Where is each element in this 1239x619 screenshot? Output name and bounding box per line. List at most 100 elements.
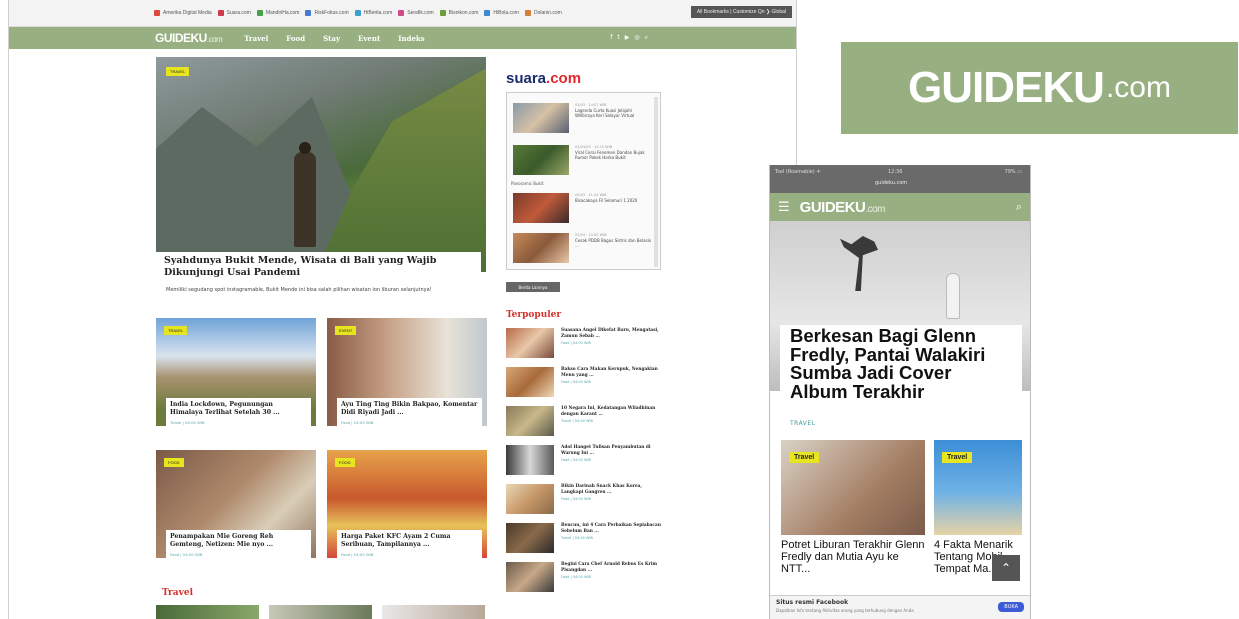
bookmark-item[interactable]: Serafik.com	[398, 10, 434, 16]
mobile-card-image[interactable]: Travel	[781, 440, 925, 535]
suara-caption: Panoramic Bukit	[511, 181, 544, 186]
url-bar[interactable]: guideku.com	[875, 180, 907, 186]
card-meta: Travel | 04:00 WIB	[170, 420, 205, 426]
bookmark-item[interactable]: Bisnikon.com	[439, 10, 479, 16]
suara-item[interactable]: 05/03 · 11:24 WIB Bisacakaya Fil Selamuri…	[513, 193, 653, 223]
facebook-icon[interactable]: f	[610, 34, 612, 42]
travel-thumb[interactable]	[269, 605, 372, 619]
card-title[interactable]: India Lockdown, Pegunungan Himalaya Terl…	[170, 401, 307, 417]
suara-thumb	[513, 145, 569, 175]
popular-thumb	[506, 367, 554, 397]
mobile-card-image[interactable]: Travel	[934, 440, 1022, 535]
hamburger-menu-icon[interactable]: ☰	[778, 200, 790, 215]
bookmark-item[interactable]: Suara.com	[217, 10, 251, 16]
popular-meta: Travel | 04:00 WIB	[561, 419, 593, 424]
mobile-card-title[interactable]: Potret Liburan Terakhir Glenn Fredly dan…	[781, 539, 927, 575]
open-app-button[interactable]: BUKA	[998, 602, 1024, 612]
mobile-screenshot: Tsel (Roamable) ✈ 12:36 79% ▭ guideku.co…	[769, 165, 1031, 619]
card-title[interactable]: Harga Paket KFC Ayam 2 Cuma Seribuan, Ta…	[341, 533, 478, 549]
popular-thumb	[506, 406, 554, 436]
category-badge[interactable]: EVENT	[335, 326, 357, 335]
bookmark-label: Bisnikon.com	[448, 10, 479, 16]
suara-item[interactable]: 05/03 · 10:00 WIB Cesak PDDB Bagus Sistri…	[513, 233, 653, 263]
bookmark-item[interactable]: RiskFokus.com	[305, 10, 349, 16]
hero-description: Memiliki segudang spot instagramable, Bu…	[166, 287, 432, 293]
popular-item[interactable]: Suasana Angel Dikefat Baru, Mengatasi, Z…	[506, 328, 661, 358]
instagram-icon[interactable]: ◎	[634, 34, 639, 42]
mobile-hero-title-box: Berkesan Bagi Glenn Fredly, Pantai Walak…	[780, 325, 1022, 403]
nav-food[interactable]: Food	[286, 34, 305, 43]
suara-thumb	[513, 103, 569, 133]
mountain-shape	[316, 57, 486, 272]
suara-logo-dot: .com	[546, 70, 582, 87]
hero-title[interactable]: Syahdunya Bukit Mende, Wisata di Bali ya…	[164, 255, 473, 279]
popular-item[interactable]: Bikin Darinah Snack Khas Korea, Langkapi…	[506, 484, 661, 514]
bookmark-favicon-icon	[256, 10, 263, 16]
brand-logo-com: .com	[1105, 71, 1171, 104]
fb-banner-title: Situs resmi Facebook	[776, 599, 849, 606]
youtube-icon[interactable]: ▶	[625, 34, 630, 42]
popular-item[interactable]: Adol Hanget Tulisan Penyambutan di Warun…	[506, 445, 661, 475]
hero-title-box: Syahdunya Bukit Mende, Wisata di Bali ya…	[156, 252, 481, 281]
card-text-box: Penampakan Mie Goreng Reh Gemteng, Netiz…	[166, 530, 311, 561]
site-logo[interactable]: GUIDEKU.com	[155, 31, 223, 45]
popular-thumb	[506, 328, 554, 358]
bookmark-item[interactable]: Dolanin.com	[524, 10, 562, 16]
category-badge[interactable]: Travel	[789, 452, 820, 463]
logo-name: GUIDEKU	[155, 31, 207, 45]
travel-thumb[interactable]	[382, 605, 485, 619]
bookmark-favicon-icon	[154, 10, 160, 16]
popular-item[interactable]: Begini Cara Chef Arnold Rebus Es Krim Pi…	[506, 562, 661, 592]
travel-thumb[interactable]	[156, 605, 259, 619]
bookmark-label: Amerika Digital Media	[163, 10, 212, 16]
popular-title: Bencuu, ini 4 Cara Perbaikan Sepiabacan …	[561, 523, 661, 534]
suara-widget: 05/03 · 14:07 WIB Lagenda Curta Kuasi Jel…	[506, 92, 661, 270]
nav-event[interactable]: Event	[358, 34, 380, 43]
all-bookmarks-button[interactable]: All Bookmarks | Customize Qn ❯ Global	[690, 6, 792, 18]
category-badge[interactable]: TRAVEL	[166, 67, 190, 76]
suara-item[interactable]: 05/03 · 14:07 WIB Lagenda Curta Kuasi Jel…	[513, 103, 653, 133]
search-icon[interactable]: ⌕	[645, 34, 648, 42]
suara-scrollbar[interactable]	[654, 97, 658, 267]
more-news-button[interactable]: Berita Lainnya	[506, 282, 560, 292]
bookmark-favicon-icon	[439, 10, 446, 16]
bookmark-item[interactable]: HiBerita.com	[354, 10, 392, 16]
hiker-figure	[294, 142, 316, 247]
search-icon[interactable]: ⌕	[1016, 200, 1022, 214]
mobile-logo[interactable]: GUIDEKU.com	[800, 199, 886, 216]
card-title[interactable]: Penampakan Mie Goreng Reh Gemteng, Netiz…	[170, 533, 307, 549]
popular-item[interactable]: 10 Negara Ini, Kedatangan Wiladhinan den…	[506, 406, 661, 436]
suara-thumb	[513, 233, 569, 263]
mountain-shape	[156, 97, 356, 272]
back-to-top-button[interactable]: ⌃	[992, 555, 1020, 581]
bookmark-item[interactable]: Amerika Digital Media	[154, 10, 212, 16]
nav-indeks[interactable]: Indeks	[398, 34, 425, 43]
category-badge[interactable]: TRAVEL	[164, 326, 188, 335]
popular-title: Bakso Cara Makan Kerupuk, Nengakian Menu…	[561, 367, 658, 378]
card-title[interactable]: Ayu Ting Ting Bikin Bakpao, Komentar Did…	[341, 401, 478, 417]
popular-title: Suasana Angel Dikefat Baru, Mengatasi, Z…	[561, 328, 659, 339]
popular-item[interactable]: Bencuu, ini 4 Cara Perbaikan Sepiabacan …	[506, 523, 661, 553]
bookmarks-bar: Amerika Digital Media Suara.com MandiriH…	[9, 0, 796, 27]
popular-heading: Terpopuler	[506, 310, 562, 320]
nav-travel[interactable]: Travel	[244, 34, 268, 43]
category-badge[interactable]: FOOD	[335, 458, 355, 467]
popular-title: Adol Hanget Tulisan Penyambutan di Warun…	[561, 445, 651, 456]
popular-thumb	[506, 484, 554, 514]
bookmark-item[interactable]: MandiriHa.com	[256, 10, 299, 16]
popular-item[interactable]: Bakso Cara Makan Kerupuk, Nengakian Menu…	[506, 367, 661, 397]
bookmark-label: Serafik.com	[407, 10, 434, 16]
popular-meta: Food | 04:00 WIB	[561, 341, 591, 346]
suara-logo[interactable]: suara.com	[506, 70, 581, 87]
nav-stay[interactable]: Stay	[323, 34, 340, 43]
suara-item[interactable]: 04/04/03 · 12:15 WIB Viral Cerai Fenomen …	[513, 145, 653, 175]
mobile-hero-category[interactable]: TRAVEL	[790, 420, 816, 427]
bookmark-item[interactable]: HiBola.com	[484, 10, 519, 16]
mobile-hero-title[interactable]: Berkesan Bagi Glenn Fredly, Pantai Walak…	[790, 326, 1010, 401]
main-nav: Travel Food Stay Event Indeks	[244, 34, 425, 43]
category-badge[interactable]: Travel	[942, 452, 973, 463]
popular-meta: Food | 04:00 WIB	[561, 380, 591, 385]
hero-image[interactable]: TRAVEL	[156, 57, 486, 272]
twitter-icon[interactable]: t	[617, 34, 619, 42]
category-badge[interactable]: FOOD	[164, 458, 184, 467]
